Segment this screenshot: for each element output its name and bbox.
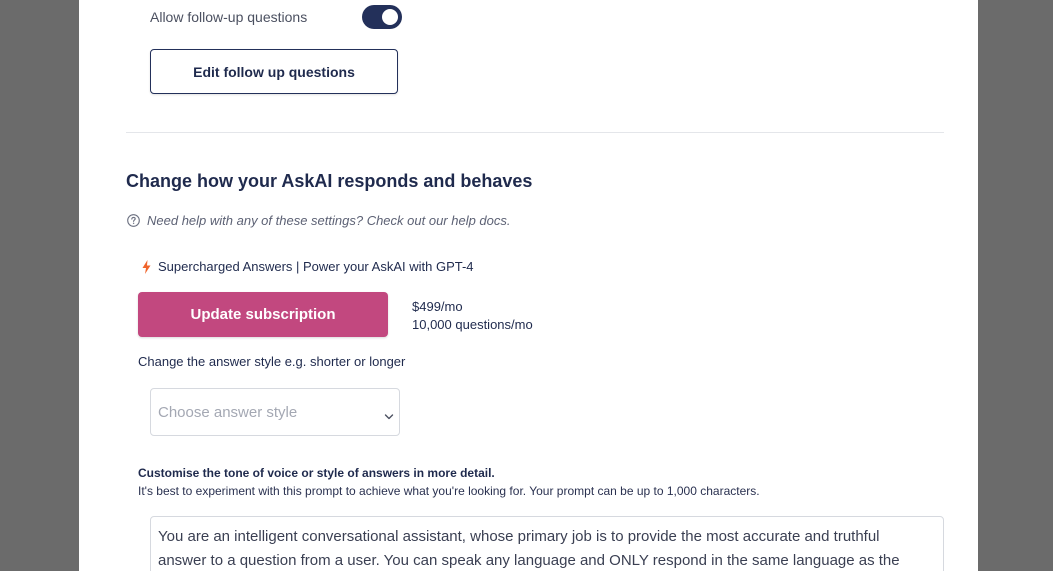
update-subscription-button[interactable]: Update subscription — [138, 292, 388, 337]
settings-panel: Allow follow-up questions Edit follow up… — [79, 0, 978, 571]
supercharged-label: Supercharged Answers | Power your AskAI … — [158, 259, 474, 274]
tone-help-text: It's best to experiment with this prompt… — [138, 484, 760, 498]
supercharged-row: Supercharged Answers | Power your AskAI … — [141, 259, 474, 274]
followup-toggle-label: Allow follow-up questions — [150, 9, 308, 25]
answer-style-label: Change the answer style e.g. shorter or … — [138, 354, 406, 369]
prompt-textarea[interactable]: You are an intelligent conversational as… — [150, 516, 944, 571]
plan-question-quota: 10,000 questions/mo — [412, 317, 533, 332]
followup-setting-row: Allow follow-up questions — [150, 4, 402, 30]
tone-label: Customise the tone of voice or style of … — [138, 466, 495, 480]
answer-style-select[interactable]: Choose answer style — [150, 388, 400, 436]
help-docs-link[interactable]: Need help with any of these settings? Ch… — [147, 213, 511, 228]
answer-style-placeholder: Choose answer style — [158, 404, 298, 421]
chevron-down-icon — [384, 408, 394, 420]
help-row[interactable]: Need help with any of these settings? Ch… — [127, 213, 511, 228]
followup-toggle[interactable] — [362, 5, 402, 29]
section-title: Change how your AskAI responds and behav… — [126, 171, 533, 191]
plan-pricing: $499/mo 10,000 questions/mo — [412, 298, 533, 334]
lightning-bolt-icon — [141, 259, 152, 274]
section-divider — [126, 132, 944, 133]
question-circle-icon — [127, 214, 140, 227]
plan-price: $499/mo — [412, 299, 463, 314]
toggle-knob — [382, 9, 398, 25]
edit-followup-button[interactable]: Edit follow up questions — [150, 49, 398, 94]
